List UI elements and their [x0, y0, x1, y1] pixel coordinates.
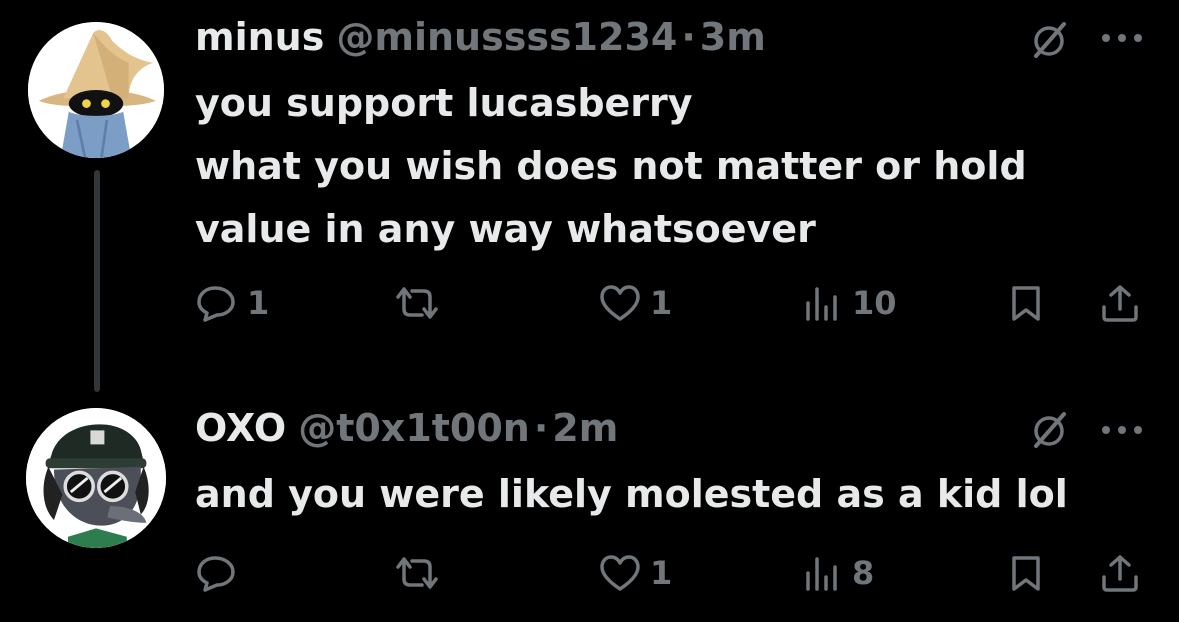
tweet-header: minus @minussss1234 · 3m: [195, 12, 766, 62]
separator-dot: ·: [533, 406, 549, 450]
tweet[interactable]: OXO @t0x1t00n · 2m and you were likely m…: [0, 395, 1179, 622]
tweet-header: OXO @t0x1t00n · 2m: [195, 403, 618, 453]
bookmark-button[interactable]: [1006, 553, 1046, 593]
grok-icon[interactable]: [1030, 410, 1070, 450]
avatar[interactable]: [28, 22, 164, 158]
separator-dot: ·: [681, 15, 696, 59]
like-count: 1: [650, 284, 673, 322]
reply-button[interactable]: [195, 553, 247, 593]
repost-button[interactable]: [392, 553, 450, 593]
avatar-image: [28, 22, 164, 158]
timestamp[interactable]: 3m: [700, 12, 766, 62]
reply-icon: [197, 556, 235, 592]
tweet-text-line: and you were likely molested as a kid lo…: [195, 472, 1068, 516]
share-icon: [1102, 285, 1138, 322]
repost-icon: [396, 287, 438, 319]
like-button[interactable]: 1: [598, 283, 672, 323]
views-icon: [806, 557, 837, 591]
grok-icon[interactable]: [1030, 20, 1070, 60]
views-count: 8: [852, 554, 875, 592]
tweet-text-line: value in any way whatsoever: [195, 207, 816, 251]
views-button[interactable]: 8: [800, 553, 874, 593]
tweet-text: and you were likely molested as a kid lo…: [195, 463, 1155, 526]
heart-icon: [600, 555, 640, 591]
more-icon[interactable]: [1100, 30, 1144, 46]
tweet-text: you support lucasberry what you wish doe…: [195, 72, 1155, 261]
avatar[interactable]: [26, 408, 166, 548]
views-icon: [806, 287, 837, 321]
views-button[interactable]: 10: [800, 283, 897, 323]
like-count: 1: [650, 554, 673, 592]
user-handle[interactable]: @t0x1t00n: [298, 403, 530, 453]
views-count: 10: [852, 284, 897, 322]
tweet-text-line: what you wish does not matter or hold: [195, 144, 1027, 188]
reply-button[interactable]: 1: [195, 283, 269, 323]
share-icon: [1102, 555, 1138, 592]
bookmark-icon: [1012, 286, 1040, 321]
share-button[interactable]: [1098, 553, 1142, 593]
repost-icon: [396, 557, 438, 589]
avatar-image: [26, 408, 166, 548]
like-button[interactable]: 1: [598, 553, 672, 593]
heart-icon: [600, 285, 640, 321]
display-name[interactable]: OXO: [195, 403, 286, 453]
share-button[interactable]: [1098, 283, 1142, 323]
more-icon[interactable]: [1100, 422, 1144, 438]
user-handle[interactable]: @minussss1234: [336, 12, 677, 62]
reply-icon: [197, 286, 235, 322]
reply-count: 1: [247, 284, 270, 322]
repost-button[interactable]: [392, 283, 450, 323]
bookmark-button[interactable]: [1006, 283, 1046, 323]
bookmark-icon: [1012, 556, 1040, 591]
tweet-text-line: you support lucasberry: [195, 81, 693, 125]
thread-line: [94, 170, 100, 392]
tweet[interactable]: minus @minussss1234 · 3m you support luc…: [0, 0, 1179, 395]
timestamp[interactable]: 2m: [552, 403, 618, 453]
display-name[interactable]: minus: [195, 12, 324, 62]
